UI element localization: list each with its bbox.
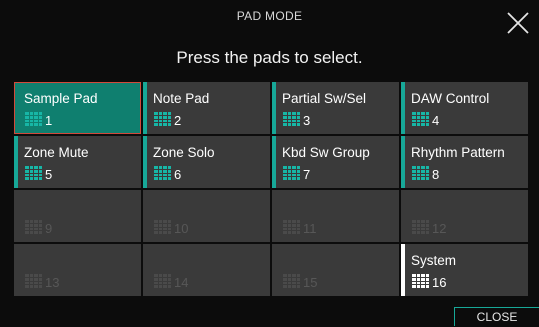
pad-rhythm-pattern[interactable]: Rhythm Pattern 8 <box>401 136 528 188</box>
pad-number: 7 <box>303 167 311 182</box>
pad-label: Sample Pad <box>24 91 98 106</box>
pad-grid-icon <box>283 166 300 180</box>
pad-empty-12[interactable]: 12 <box>401 190 528 242</box>
pad-empty-13[interactable]: 13 <box>14 244 141 296</box>
pad-grid-icon <box>154 166 171 180</box>
pad-label: DAW Control <box>411 91 490 106</box>
pad-number: 11 <box>303 221 317 236</box>
pad-grid-icon <box>25 112 42 126</box>
pad-zone-solo[interactable]: Zone Solo 6 <box>143 136 270 188</box>
pad-number: 5 <box>45 167 53 182</box>
pad-empty-9[interactable]: 9 <box>14 190 141 242</box>
pad-label: Partial Sw/Sel <box>282 91 367 106</box>
pad-empty-10[interactable]: 10 <box>143 190 270 242</box>
pad-number: 6 <box>174 167 182 182</box>
pad-kbd-sw-group[interactable]: Kbd Sw Group 7 <box>272 136 399 188</box>
pad-number: 15 <box>303 275 318 290</box>
pad-partial-sw-sel[interactable]: Partial Sw/Sel 3 <box>272 82 399 134</box>
pad-grid-icon <box>412 112 429 126</box>
pad-grid-icon <box>283 274 300 288</box>
pad-number: 10 <box>174 221 189 236</box>
pad-grid-icon <box>25 274 42 288</box>
pad-system[interactable]: System 16 <box>401 244 528 296</box>
pad-grid-icon <box>154 220 171 234</box>
pad-empty-15[interactable]: 15 <box>272 244 399 296</box>
pad-daw-control[interactable]: DAW Control 4 <box>401 82 528 134</box>
pad-zone-mute[interactable]: Zone Mute 5 <box>14 136 141 188</box>
pad-number: 3 <box>303 113 311 128</box>
pad-grid: Sample Pad 1 Note Pad 2 Partial Sw/Sel 3… <box>14 82 528 296</box>
pad-empty-11[interactable]: 11 <box>272 190 399 242</box>
pad-grid-icon <box>283 220 300 234</box>
pad-note-pad[interactable]: Note Pad 2 <box>143 82 270 134</box>
pad-grid-icon <box>25 166 42 180</box>
pad-number: 14 <box>174 275 189 290</box>
pad-label: Note Pad <box>153 91 210 106</box>
pad-grid-icon <box>25 220 42 234</box>
pad-number: 16 <box>432 275 447 290</box>
pad-number: 4 <box>432 113 440 128</box>
header-title: PAD MODE <box>236 9 303 23</box>
pad-label: System <box>411 253 457 268</box>
instruction-text: Press the pads to select. <box>176 48 363 67</box>
pad-grid-icon <box>412 274 429 288</box>
pad-label: Zone Solo <box>153 145 215 160</box>
close-icon[interactable] <box>501 6 535 40</box>
pad-empty-14[interactable]: 14 <box>143 244 270 296</box>
pad-grid-icon <box>283 112 300 126</box>
pad-number: 2 <box>174 113 182 128</box>
pad-number: 13 <box>45 275 60 290</box>
pad-number: 1 <box>45 113 53 128</box>
pad-grid-icon <box>412 166 429 180</box>
pad-label: Zone Mute <box>24 145 89 160</box>
pad-grid-icon <box>154 112 171 126</box>
pad-number: 8 <box>432 167 440 182</box>
pad-grid-icon <box>412 220 429 234</box>
pad-number: 12 <box>432 221 447 236</box>
pad-sample-pad[interactable]: Sample Pad 1 <box>14 82 141 134</box>
pad-label: Rhythm Pattern <box>411 145 505 160</box>
pad-label: Kbd Sw Group <box>282 145 370 160</box>
pad-number: 9 <box>45 221 53 236</box>
pad-grid-icon <box>154 274 171 288</box>
close-button[interactable]: CLOSE <box>454 307 539 326</box>
